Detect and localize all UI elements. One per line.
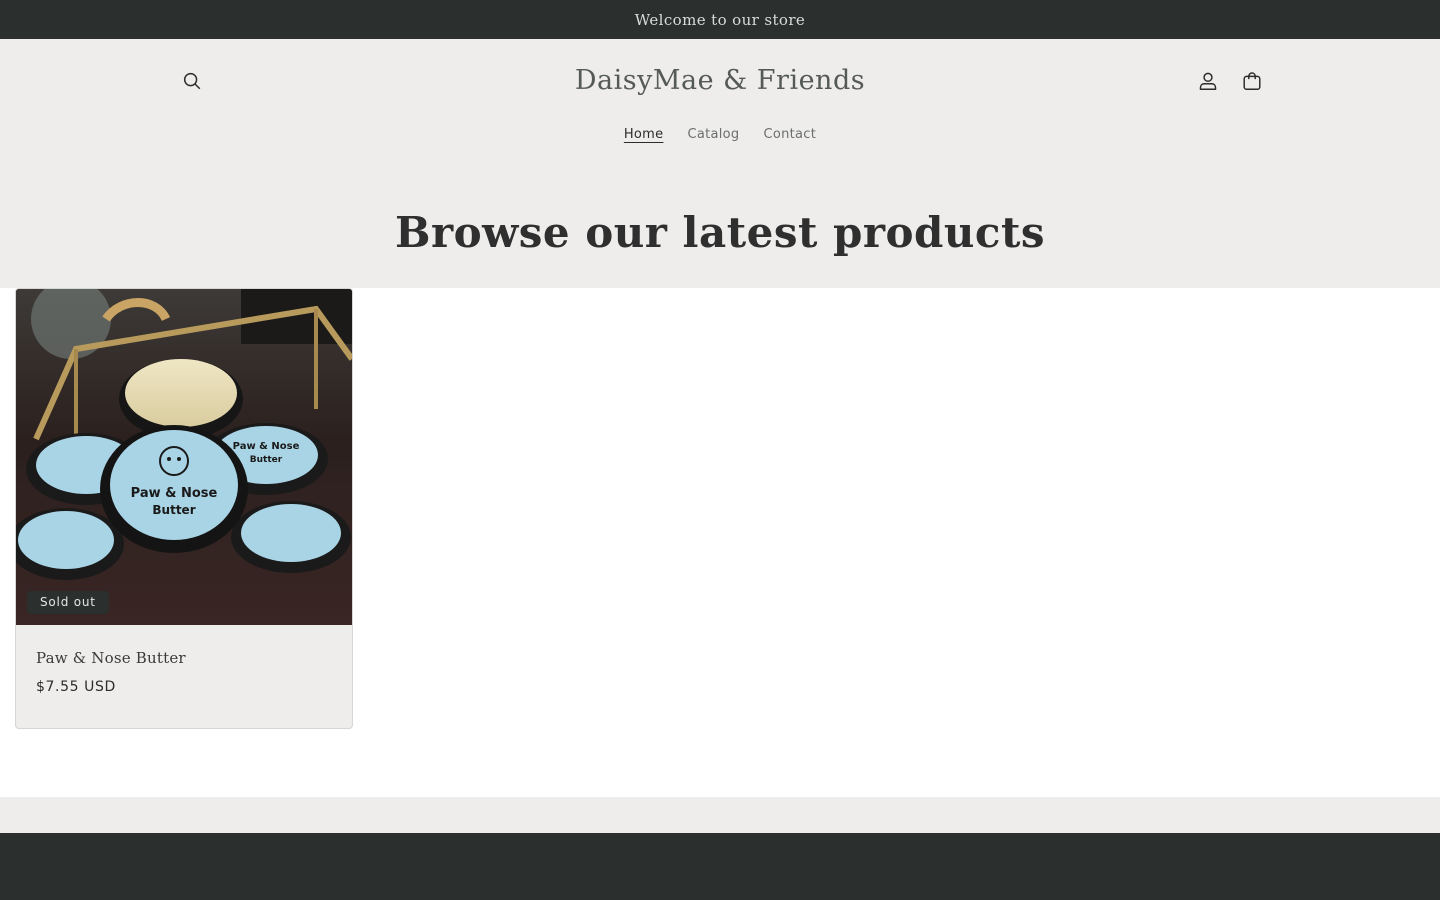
product-image[interactable]: Paw & Nose Butter Paw & Nose Butter Sold…	[16, 289, 352, 625]
site-header: DaisyMae & Friends Home Catalog Contact …	[0, 39, 1440, 288]
nav-link-catalog[interactable]: Catalog	[687, 123, 739, 147]
nav-link-home[interactable]: Home	[624, 123, 664, 147]
tin-label-line1: Paw & Nose	[131, 486, 218, 501]
main-navigation: Home Catalog Contact	[0, 123, 1440, 147]
site-footer	[0, 833, 1440, 900]
account-icon	[1199, 72, 1217, 90]
sold-out-badge: Sold out	[27, 591, 109, 614]
collection-heading: Browse our latest products	[394, 208, 1046, 257]
product-card[interactable]: Paw & Nose Butter Paw & Nose Butter Sold…	[15, 288, 353, 729]
footer-spacer	[0, 797, 1440, 833]
cart-button[interactable]	[1234, 63, 1270, 99]
announcement-bar: Welcome to our store	[0, 0, 1440, 39]
announcement-text: Welcome to our store	[634, 10, 806, 29]
product-title[interactable]: Paw & Nose Butter	[36, 649, 336, 667]
tin-label-line2: Butter	[152, 503, 195, 517]
side-tin-label: Butter	[250, 455, 283, 465]
store-logo-link[interactable]: DaisyMae & Friends	[470, 59, 970, 103]
cart-icon	[1243, 72, 1261, 90]
side-tin-label: Paw & Nose	[233, 441, 300, 452]
search-icon	[183, 72, 201, 90]
nav-link-contact[interactable]: Contact	[763, 123, 816, 147]
product-price: $7.55 USD	[36, 679, 116, 695]
account-button[interactable]	[1190, 63, 1226, 99]
search-button[interactable]	[174, 63, 210, 99]
